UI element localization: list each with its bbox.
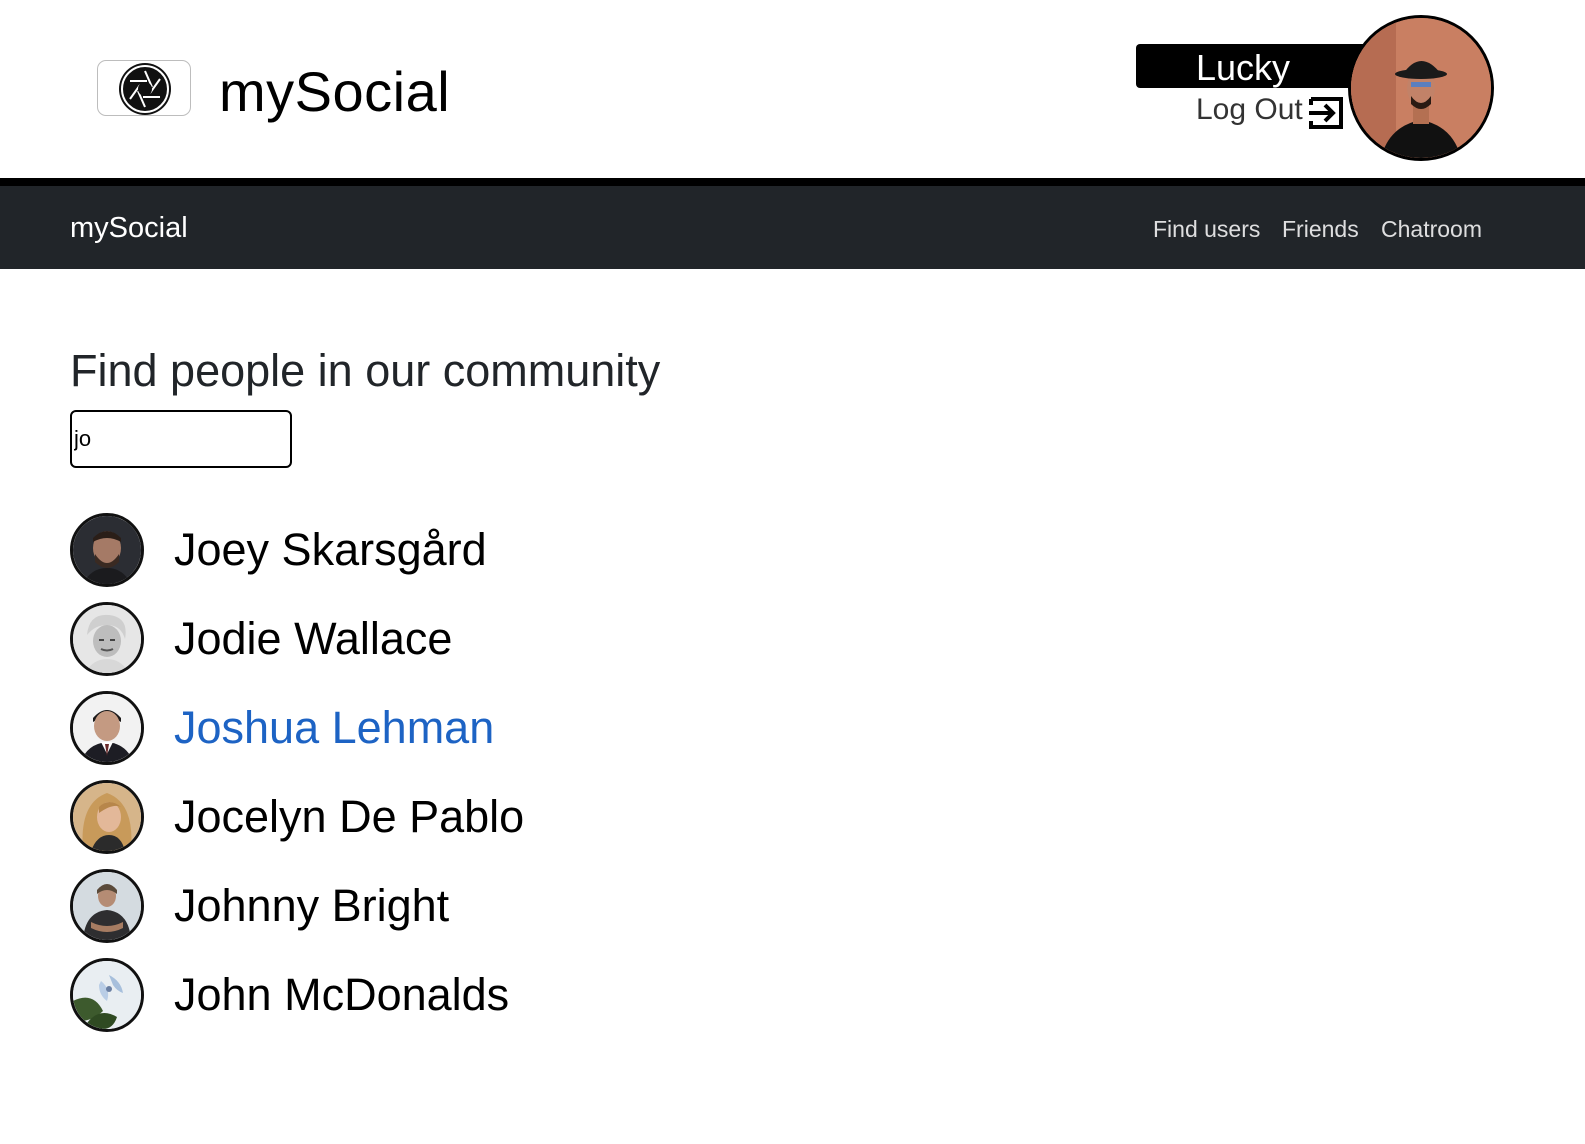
user-name[interactable]: Jodie Wallace (174, 611, 452, 667)
avatar[interactable] (70, 512, 144, 587)
navbar: mySocial Find users Friends Chatroom (0, 186, 1585, 269)
nav-link-chatroom[interactable]: Chatroom (1381, 214, 1482, 244)
header-divider (0, 178, 1585, 186)
main-content: Find people in our community Joey Skarsg… (70, 340, 1470, 1032)
navbar-brand[interactable]: mySocial (70, 210, 188, 246)
avatar[interactable] (70, 690, 144, 765)
logout-icon (1308, 97, 1343, 129)
list-item[interactable]: Jocelyn De Pablo (70, 772, 524, 861)
nav-link-friends[interactable]: Friends (1282, 214, 1359, 244)
logo[interactable] (97, 60, 191, 116)
list-item[interactable]: Joey Skarsgård (70, 505, 524, 594)
search-input[interactable] (70, 410, 292, 468)
logout-label: Log Out (1196, 93, 1303, 126)
user-name[interactable]: Jocelyn De Pablo (174, 789, 524, 845)
logout-button[interactable]: Log Out (1196, 90, 1345, 130)
current-user-name: Lucky (1196, 47, 1291, 88)
user-name[interactable]: Joey Skarsgård (174, 522, 487, 578)
list-item[interactable]: Joshua Lehman (70, 683, 524, 772)
user-name[interactable]: Joshua Lehman (174, 700, 494, 756)
avatar[interactable] (70, 779, 144, 854)
brand-title[interactable]: mySocial (219, 58, 450, 126)
user-list: Joey Skarsgård Jodie Wallace Joshua Lehm… (70, 505, 524, 1039)
user-name[interactable]: Johnny Bright (174, 878, 449, 934)
user-name[interactable]: John McDonalds (174, 967, 509, 1023)
avatar[interactable] (70, 957, 144, 1032)
list-item[interactable]: Johnny Bright (70, 861, 524, 950)
avatar[interactable] (70, 601, 144, 676)
site-header: mySocial Lucky Log Out (0, 0, 1585, 178)
list-item[interactable]: John McDonalds (70, 950, 524, 1039)
list-item[interactable]: Jodie Wallace (70, 594, 524, 683)
avatar[interactable] (70, 868, 144, 943)
camera-shutter-icon (119, 63, 171, 115)
page-title: Find people in our community (70, 345, 661, 396)
nav-link-find-users[interactable]: Find users (1153, 214, 1260, 244)
avatar[interactable] (1348, 15, 1494, 161)
